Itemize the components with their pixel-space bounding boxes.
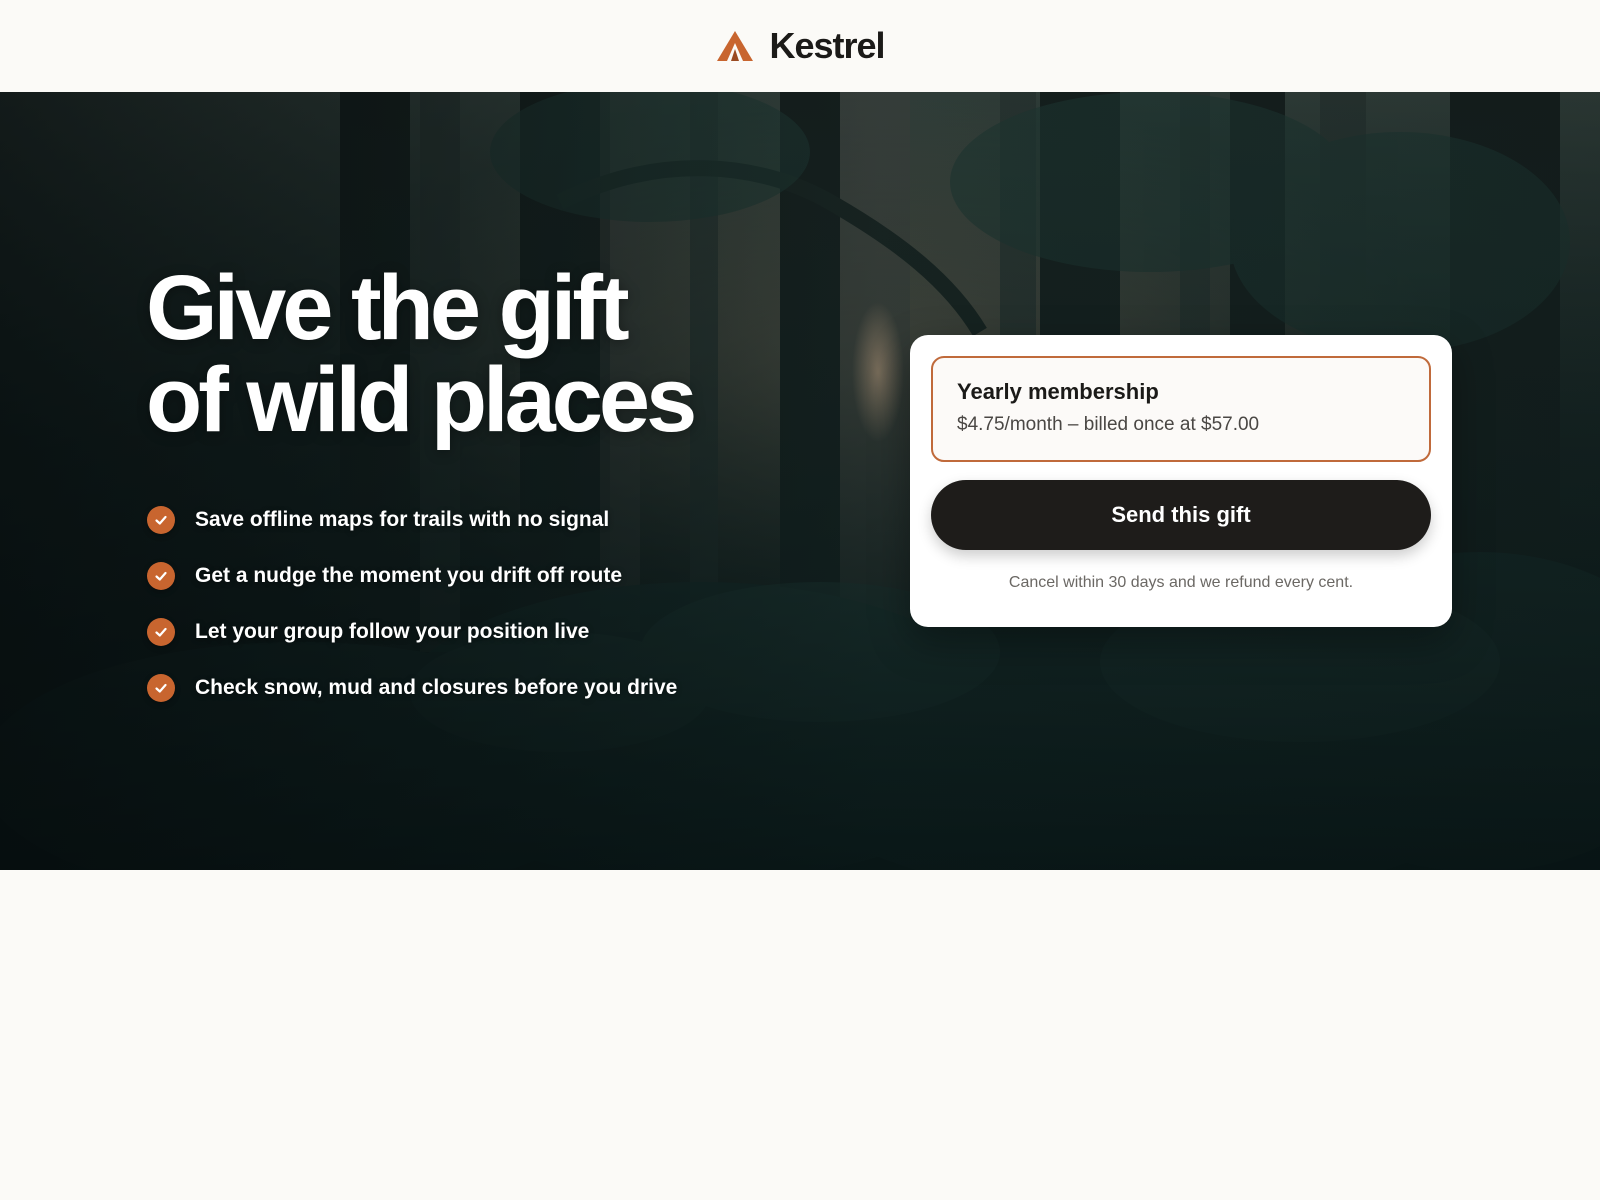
plan-option-yearly[interactable]: Yearly membership $4.75/month – billed o… [931,356,1431,462]
plan-title: Yearly membership [957,379,1159,404]
headline-line-2: of wild places [146,349,697,451]
mountain-peak-logo-icon [717,31,754,61]
check-icon [147,562,175,590]
feature-list: Save offline maps for trails with no sig… [147,492,677,716]
hero-headline: Give the gift of wild places [146,257,697,451]
brand-name: Kestrel [769,25,885,66]
hero-section: Give the gift of wild places Save offlin… [0,92,1600,870]
feature-label: Get a nudge the moment you drift off rou… [195,564,622,587]
brand-link[interactable]: Kestrel [715,25,886,67]
list-item: Let your group follow your position live [147,604,677,660]
feature-label: Check snow, mud and closures before you … [195,676,678,699]
feature-label: Save offline maps for trails with no sig… [195,508,610,531]
top-header: Kestrel [0,0,1600,92]
list-item: Save offline maps for trails with no sig… [147,492,677,548]
check-icon [147,506,175,534]
list-item: Get a nudge the moment you drift off rou… [147,548,677,604]
check-icon [147,674,175,702]
feature-label: Let your group follow your position live [195,620,590,643]
list-item: Check snow, mud and closures before you … [147,660,677,716]
refund-note: Cancel within 30 days and we refund ever… [1008,574,1354,591]
headline-line-1: Give the gift [146,257,630,359]
check-icon [147,618,175,646]
send-gift-button[interactable]: Send this gift [931,480,1431,550]
plan-price: $4.75/month – billed once at $57.00 [957,414,1260,435]
gift-card-panel: Yearly membership $4.75/month – billed o… [910,335,1452,627]
